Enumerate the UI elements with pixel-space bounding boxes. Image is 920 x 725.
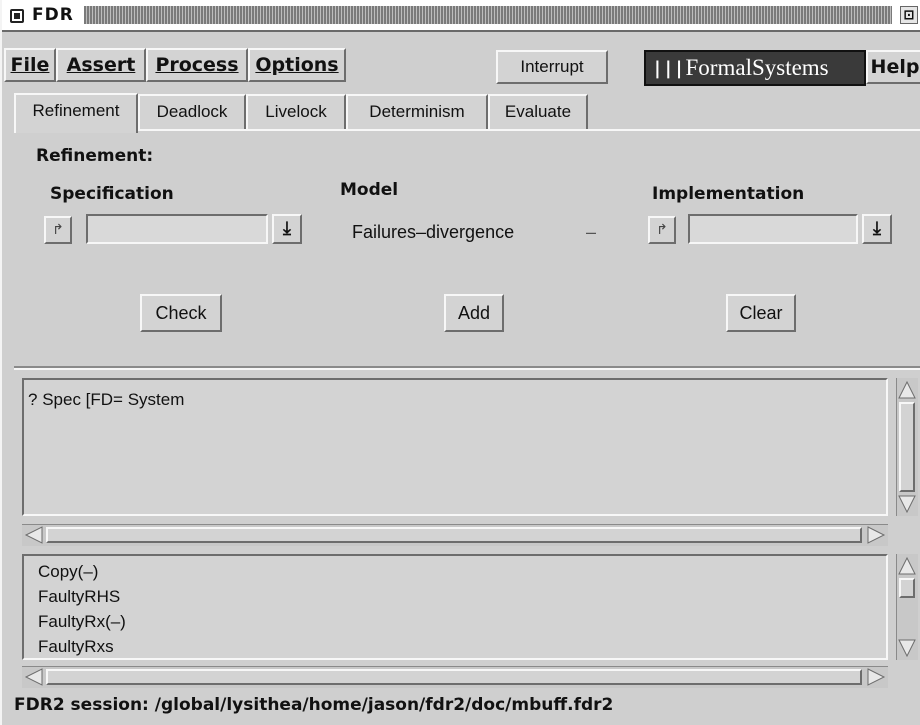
menu-options[interactable]: Options [248,48,346,82]
refinement-panel: Refinement: Specification Model Implemen… [14,130,920,366]
menu-process-label: Process [155,54,239,76]
processes-scroll-thumb[interactable] [899,578,915,598]
model-separator: – [586,222,597,242]
redo-arrow-icon: ↱ [656,221,668,237]
check-button[interactable]: Check [140,294,222,332]
interrupt-button[interactable]: Interrupt [496,50,608,84]
specification-browse-button[interactable]: ↱ [44,216,72,244]
download-arrow-icon: ⤓ [283,218,291,238]
implementation-browse-button[interactable]: ↱ [648,216,676,244]
title-bar-drag-area[interactable] [84,6,892,24]
menu-bar: File Assert Process Options Interrupt ||… [2,40,920,92]
implementation-label: Implementation [652,184,805,204]
model-value: Failures–divergence [352,222,515,242]
tab-livelock[interactable]: Livelock [246,94,346,130]
processes-horizontal-scrollbar[interactable] [22,666,888,688]
assertions-horizontal-scrollbar[interactable] [22,524,888,546]
assertion-status: ? [28,390,38,409]
menu-help[interactable]: Help [866,50,920,84]
implementation-dropdown-button[interactable]: ⤓ [862,214,892,244]
tab-evaluate[interactable]: Evaluate [488,94,588,130]
processes-hscroll-thumb[interactable] [46,669,862,685]
assertions-vertical-scrollbar[interactable] [896,378,918,516]
processes-vertical-scrollbar[interactable] [896,554,918,660]
window-title: FDR [32,5,74,25]
add-button[interactable]: Add [444,294,504,332]
menu-file[interactable]: File [4,48,56,82]
logo-text: FormalSystems [685,55,829,80]
redo-arrow-icon: ↱ [52,221,64,237]
fdr-window: FDR ⊡ File Assert Process Options Interr… [0,0,920,725]
download-arrow-icon: ⤓ [873,218,881,238]
list-item[interactable]: FaultyRx(–) [38,612,126,632]
logo-bars: ||| [652,58,685,79]
model-label: Model [340,180,399,200]
specification-input[interactable] [86,214,268,244]
menu-process[interactable]: Process [146,48,248,82]
status-bar: FDR2 session: /global/lysithea/home/jaso… [14,695,614,715]
menu-help-label: Help [870,56,920,78]
tab-determinism[interactable]: Determinism [346,94,488,130]
panel-splitter[interactable] [14,366,920,370]
menu-assert-label: Assert [66,54,136,76]
assertions-list[interactable]: ? Spec [FD= System [22,378,888,516]
processes-list[interactable]: Copy(–) FaultyRHS FaultyRx(–) FaultyRxs [22,554,888,660]
list-item[interactable]: Copy(–) [38,562,98,582]
implementation-input[interactable] [688,214,858,244]
specification-label: Specification [50,184,174,204]
title-bar[interactable]: FDR ⊡ [2,0,920,32]
window-menu-icon[interactable] [10,9,24,23]
scrollbar-arrows-icon [898,556,916,658]
maximize-icon[interactable]: ⊡ [900,6,918,24]
assertions-scroll-thumb[interactable] [899,402,915,492]
assertions-hscroll-thumb[interactable] [46,527,862,543]
list-item[interactable]: ? Spec [FD= System [28,390,184,410]
clear-button[interactable]: Clear [726,294,796,332]
list-item[interactable]: FaultyRHS [38,587,120,607]
menu-assert[interactable]: Assert [56,48,146,82]
specification-dropdown-button[interactable]: ⤓ [272,214,302,244]
menu-options-label: Options [255,54,339,76]
tab-deadlock[interactable]: Deadlock [138,94,246,130]
assertion-text: Spec [FD= System [42,390,185,409]
tab-refinement[interactable]: Refinement [14,93,138,133]
list-item[interactable]: FaultyRxs [38,637,114,657]
menu-file-label: File [10,54,50,76]
refinement-heading: Refinement: [36,146,154,166]
formal-systems-logo: |||FormalSystems [644,50,866,86]
